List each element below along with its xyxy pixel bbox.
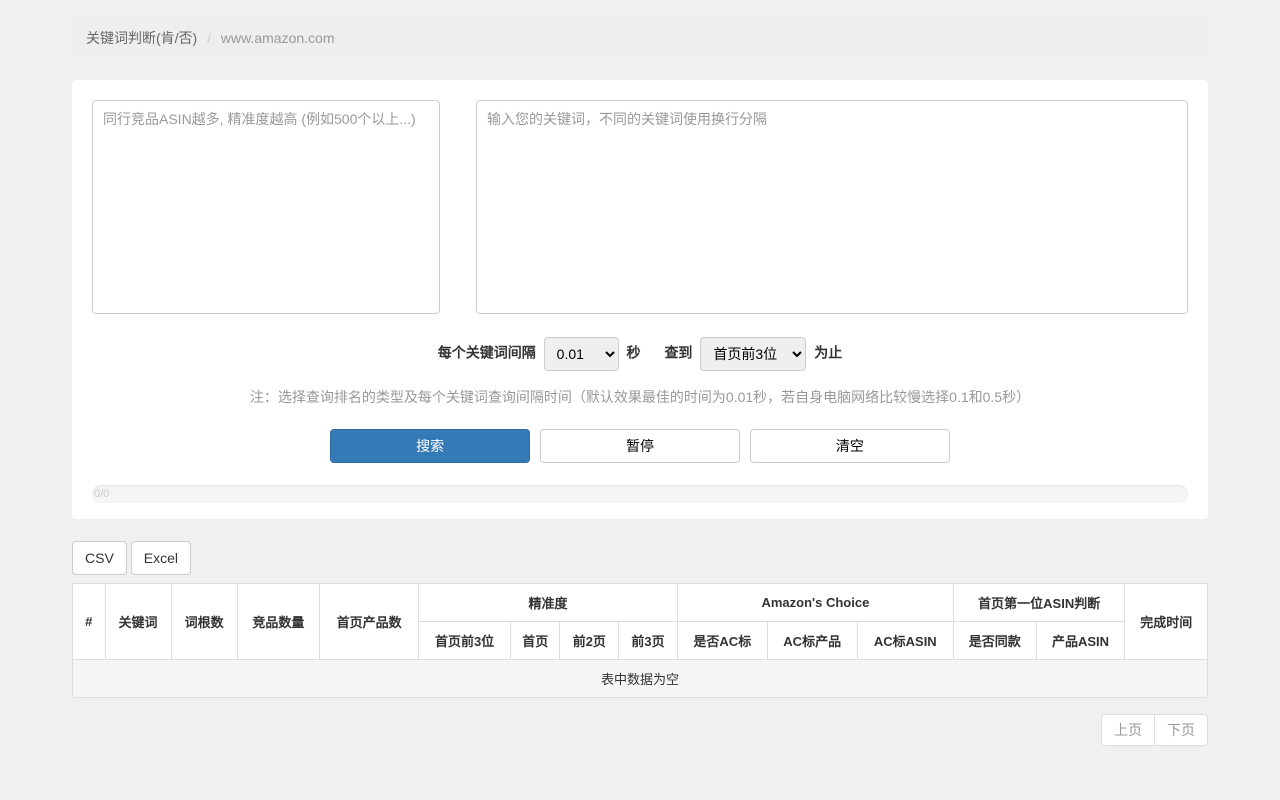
col-p-page3[interactable]: 前3页 (619, 622, 678, 660)
col-ac-product[interactable]: AC标产品 (767, 622, 857, 660)
progress-bar: 0/0 (92, 485, 1188, 503)
progress-text: 0/0 (94, 485, 109, 503)
col-competitor-count[interactable]: 竞品数量 (237, 584, 320, 660)
col-root-count[interactable]: 词根数 (171, 584, 237, 660)
controls-row: 每个关键词间隔 0.01 秒 查到 首页前3位 为止 (92, 337, 1188, 371)
export-csv-button[interactable]: CSV (72, 541, 127, 575)
asin-input[interactable] (92, 100, 440, 314)
col-complete-time[interactable]: 完成时间 (1125, 584, 1207, 660)
pager-next[interactable]: 下页 (1155, 714, 1208, 746)
col-ac-asin[interactable]: AC标ASIN (857, 622, 953, 660)
col-ac-is[interactable]: 是否AC标 (677, 622, 767, 660)
col-p-top3[interactable]: 首页前3位 (419, 622, 511, 660)
keywords-input[interactable] (476, 100, 1188, 314)
col-product-asin[interactable]: 产品ASIN (1036, 622, 1125, 660)
interval-label-post: 秒 (627, 345, 641, 361)
breadcrumb-page: 关键词判断(肯/否) (86, 30, 197, 46)
interval-select[interactable]: 0.01 (544, 337, 619, 371)
col-keyword[interactable]: 关键词 (105, 584, 171, 660)
col-same[interactable]: 是否同款 (953, 622, 1036, 660)
breadcrumb: 关键词判断(肯/否) / www.amazon.com (72, 18, 1208, 58)
col-p-page1[interactable]: 首页 (510, 622, 560, 660)
main-panel: 每个关键词间隔 0.01 秒 查到 首页前3位 为止 注：选择查询排名的类型及每… (72, 80, 1208, 519)
pager-prev[interactable]: 上页 (1101, 714, 1155, 746)
until-label-post: 为止 (814, 345, 842, 361)
search-button[interactable]: 搜索 (330, 429, 530, 463)
pause-button[interactable]: 暂停 (540, 429, 740, 463)
results-table: # 关键词 词根数 竞品数量 首页产品数 精准度 Amazon's Choice… (72, 583, 1208, 698)
col-first-page-products[interactable]: 首页产品数 (320, 584, 419, 660)
col-index[interactable]: # (73, 584, 105, 660)
controls-note: 注：选择查询排名的类型及每个关键词查询间隔时间（默认效果最佳的时间为0.01秒，… (92, 387, 1188, 407)
col-group-precision: 精准度 (419, 584, 678, 622)
until-select[interactable]: 首页前3位 (700, 337, 806, 371)
export-excel-button[interactable]: Excel (131, 541, 191, 575)
col-group-first-asin-judge: 首页第一位ASIN判断 (953, 584, 1125, 622)
col-group-amazons-choice: Amazon's Choice (677, 584, 953, 622)
table-empty-row: 表中数据为空 (73, 660, 1207, 698)
breadcrumb-site[interactable]: www.amazon.com (221, 30, 335, 46)
interval-label-pre: 每个关键词间隔 (438, 345, 536, 361)
col-p-page2[interactable]: 前2页 (560, 622, 619, 660)
until-label-pre: 查到 (664, 345, 692, 361)
breadcrumb-separator: / (207, 30, 211, 46)
clear-button[interactable]: 清空 (750, 429, 950, 463)
